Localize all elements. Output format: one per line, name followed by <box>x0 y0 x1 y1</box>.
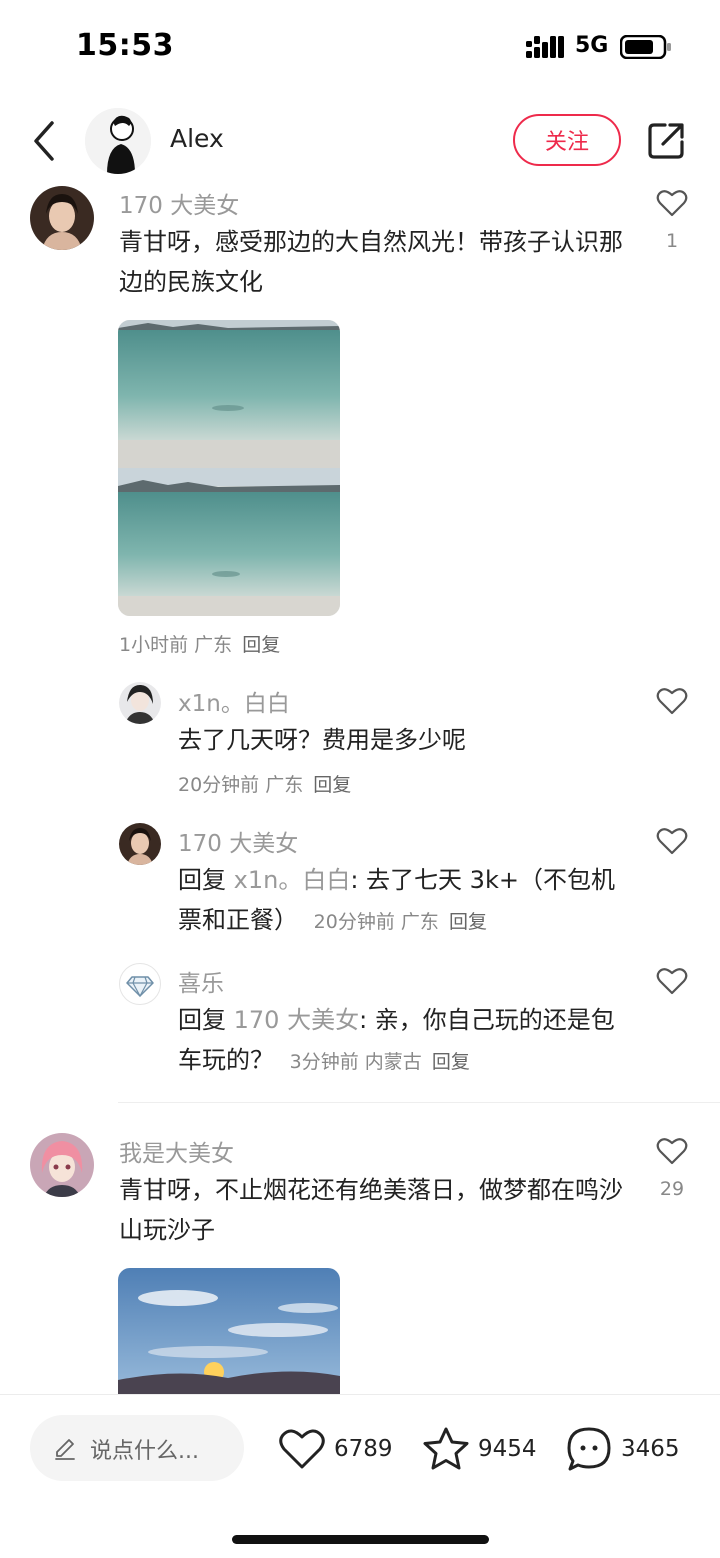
like-count: 6789 <box>334 1436 393 1462</box>
comment-meta: 1小时前 广东 回复 <box>119 630 280 657</box>
reply-time: 20分钟前 <box>178 774 260 796</box>
replier-avatar-image <box>119 682 161 724</box>
reply-meta: 20分钟前 广东 回复 <box>314 911 487 933</box>
quoted-user[interactable]: x1n。白白 <box>234 866 351 894</box>
like-count: 1 <box>665 230 679 252</box>
commenter-avatar[interactable] <box>30 186 94 250</box>
status-bar: 15:53 5G <box>0 0 720 95</box>
comment-divider <box>118 1102 720 1103</box>
comment-time: 1小时前 <box>119 634 189 656</box>
like-icon[interactable] <box>656 1136 688 1166</box>
pencil-icon <box>55 1439 75 1460</box>
like-icon[interactable] <box>656 188 688 218</box>
home-indicator[interactable] <box>232 1535 489 1544</box>
replier-avatar[interactable] <box>119 682 161 724</box>
follow-button[interactable]: 关注 <box>513 114 621 166</box>
reply-meta: 20分钟前 广东 回复 <box>178 770 351 797</box>
comment-photo[interactable] <box>118 320 340 616</box>
quoted-user[interactable]: 170 大美女 <box>234 1006 359 1034</box>
comment-action[interactable]: 3465 <box>565 1425 680 1473</box>
like-count: 29 <box>659 1178 685 1200</box>
diamond-icon <box>126 976 154 998</box>
reply-location: 内蒙古 <box>364 1051 422 1073</box>
back-icon[interactable] <box>28 120 62 162</box>
reply-prefix: 回复 <box>178 1006 226 1034</box>
reply-button[interactable]: 回复 <box>313 774 351 796</box>
comment-photo[interactable] <box>118 1268 340 1394</box>
favorite-count: 9454 <box>478 1436 537 1462</box>
author-avatar-image <box>85 108 151 174</box>
replier-name[interactable]: 喜乐 <box>178 964 224 998</box>
reply-button[interactable]: 回复 <box>242 634 280 656</box>
battery-icon <box>620 35 671 59</box>
commenter-avatar-image <box>30 186 94 250</box>
heart-icon <box>279 1429 325 1469</box>
share-icon[interactable] <box>645 120 687 162</box>
status-time: 15:53 <box>76 28 174 63</box>
favorite-action[interactable]: 9454 <box>422 1425 537 1473</box>
beach-photo <box>118 320 340 616</box>
reply-text: 回复 170 大美女: 亲，你自己玩的还是包车玩的？ 3分钟前 内蒙古 回复 <box>178 1000 628 1082</box>
comment-location: 广东 <box>194 634 233 656</box>
author-name[interactable]: Alex <box>170 124 224 153</box>
replier-avatar[interactable] <box>119 823 161 865</box>
comment-text: 青甘呀，感受那边的大自然风光！带孩子认识那边的民族文化 <box>119 228 623 296</box>
author-avatar[interactable] <box>85 108 151 174</box>
reply-button[interactable]: 回复 <box>432 1051 470 1073</box>
bottom-bar: 说点什么... 6789 9454 3465 <box>0 1394 720 1558</box>
replier-avatar[interactable] <box>119 963 161 1005</box>
commenter-avatar-image <box>30 1133 94 1197</box>
reply-meta: 3分钟前 内蒙古 回复 <box>290 1051 470 1073</box>
comment-text: 青甘呀，不止烟花还有绝美落日，做梦都在鸣沙山玩沙子 <box>119 1176 623 1244</box>
star-icon <box>423 1427 469 1470</box>
replier-name[interactable]: x1n。白白 <box>178 684 290 718</box>
sunset-photo <box>118 1268 340 1394</box>
reply-text: 回复 x1n。白白: 去了七天 3k+（不包机票和正餐） 20分钟前 广东 回复 <box>178 860 618 942</box>
commenter-name[interactable]: 170 大美女 <box>119 186 239 220</box>
like-icon[interactable] <box>656 966 688 996</box>
network-label: 5G <box>575 33 609 58</box>
comment-list: 170 大美女 1 青甘呀，感受那边的大自然风光！带孩子认识那边的民族文化 1小… <box>0 182 720 1394</box>
comment-count: 3465 <box>621 1436 680 1462</box>
comment-bubble-icon <box>567 1427 611 1471</box>
reply-time: 20分钟前 <box>313 911 395 933</box>
like-icon[interactable] <box>656 826 688 856</box>
replier-name[interactable]: 170 大美女 <box>178 824 298 858</box>
like-icon[interactable] <box>656 686 688 716</box>
nav-bar: Alex 关注 <box>0 100 720 182</box>
like-action[interactable]: 6789 <box>278 1425 393 1473</box>
comment-input[interactable]: 说点什么... <box>30 1415 244 1481</box>
commenter-name[interactable]: 我是大美女 <box>119 1134 234 1168</box>
reply-time: 3分钟前 <box>289 1051 359 1073</box>
input-placeholder: 说点什么... <box>90 1439 199 1464</box>
reply-location: 广东 <box>265 774 304 796</box>
reply-prefix: 回复 <box>178 866 226 894</box>
reply-location: 广东 <box>400 911 439 933</box>
replier-avatar-image <box>119 823 161 865</box>
reply-button[interactable]: 回复 <box>449 911 487 933</box>
signal-icon <box>526 36 564 58</box>
commenter-avatar[interactable] <box>30 1133 94 1197</box>
reply-text: 去了几天呀？费用是多少呢 <box>178 726 466 754</box>
